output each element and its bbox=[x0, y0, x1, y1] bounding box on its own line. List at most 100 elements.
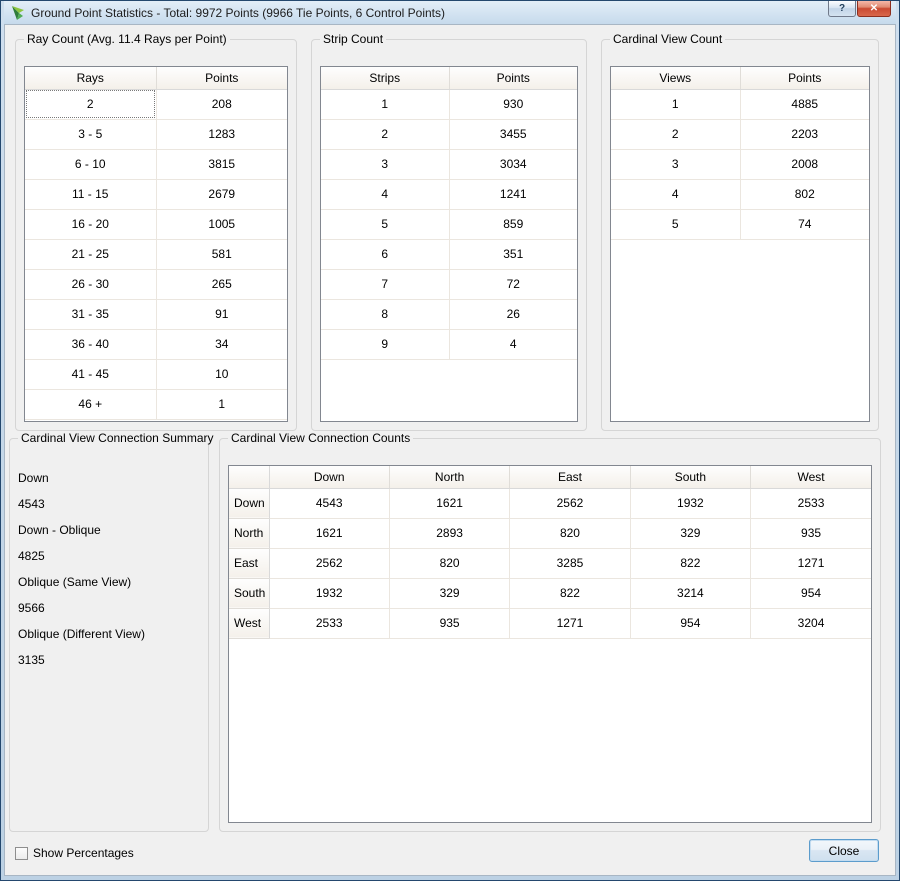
table-cell[interactable]: 16 - 20 bbox=[25, 209, 156, 239]
column-header[interactable]: Points bbox=[449, 67, 577, 89]
table-cell[interactable]: 1932 bbox=[269, 578, 389, 608]
table-row[interactable]: 21 - 25581 bbox=[25, 239, 287, 269]
table-cell[interactable]: 2562 bbox=[510, 488, 630, 518]
table-cell[interactable]: 2 bbox=[611, 119, 740, 149]
table-cell[interactable]: 3034 bbox=[449, 149, 577, 179]
table-cell[interactable]: 3 bbox=[321, 149, 449, 179]
table-cell[interactable]: 954 bbox=[630, 608, 750, 638]
table-cell[interactable]: 581 bbox=[156, 239, 287, 269]
table-cell[interactable]: 4 bbox=[321, 179, 449, 209]
table-cell[interactable]: 9 bbox=[321, 329, 449, 359]
column-header[interactable]: Strips bbox=[321, 67, 449, 89]
table-cell[interactable]: 21 - 25 bbox=[25, 239, 156, 269]
column-header[interactable]: Rays bbox=[25, 67, 156, 89]
table-cell[interactable]: 3 bbox=[611, 149, 740, 179]
row-header[interactable]: South bbox=[229, 578, 269, 608]
table-cell[interactable]: 822 bbox=[630, 548, 750, 578]
table-row[interactable]: 22203 bbox=[611, 119, 869, 149]
table-row[interactable]: 36 - 4034 bbox=[25, 329, 287, 359]
table-cell[interactable]: 935 bbox=[389, 608, 509, 638]
table-cell[interactable]: 208 bbox=[156, 89, 287, 119]
table-cell[interactable]: 4543 bbox=[269, 488, 389, 518]
table-cell[interactable]: 6 bbox=[321, 239, 449, 269]
table-row[interactable]: 1930 bbox=[321, 89, 577, 119]
column-header[interactable]: Points bbox=[156, 67, 287, 89]
table-row[interactable]: 772 bbox=[321, 269, 577, 299]
table-cell[interactable]: 3214 bbox=[630, 578, 750, 608]
table-cell[interactable]: 1621 bbox=[389, 488, 509, 518]
column-header[interactable]: North bbox=[389, 466, 509, 488]
table-row[interactable]: 4802 bbox=[611, 179, 869, 209]
table-cell[interactable]: 1271 bbox=[751, 548, 871, 578]
table-cell[interactable]: 10 bbox=[156, 359, 287, 389]
table-cell[interactable]: 5 bbox=[321, 209, 449, 239]
table-cell[interactable]: 72 bbox=[449, 269, 577, 299]
table-cell[interactable]: 11 - 15 bbox=[25, 179, 156, 209]
table-cell[interactable]: 820 bbox=[510, 518, 630, 548]
table-row[interactable]: 2208 bbox=[25, 89, 287, 119]
table-cell[interactable]: 329 bbox=[630, 518, 750, 548]
table-cell[interactable]: 91 bbox=[156, 299, 287, 329]
table-row[interactable]: 14885 bbox=[611, 89, 869, 119]
table-cell[interactable]: 1241 bbox=[449, 179, 577, 209]
table-cell[interactable]: 2008 bbox=[740, 149, 869, 179]
table-cell[interactable]: 802 bbox=[740, 179, 869, 209]
table-cell[interactable]: 1271 bbox=[510, 608, 630, 638]
table-cell[interactable]: 26 - 30 bbox=[25, 269, 156, 299]
table-cell[interactable]: 7 bbox=[321, 269, 449, 299]
table-cell[interactable]: 930 bbox=[449, 89, 577, 119]
table-cell[interactable]: 31 - 35 bbox=[25, 299, 156, 329]
row-header[interactable]: West bbox=[229, 608, 269, 638]
table-row[interactable]: 11 - 152679 bbox=[25, 179, 287, 209]
show-percentages-option[interactable]: Show Percentages bbox=[15, 846, 134, 860]
column-header[interactable]: East bbox=[510, 466, 630, 488]
help-button[interactable]: ? bbox=[828, 1, 856, 17]
table-cell[interactable]: 6 - 10 bbox=[25, 149, 156, 179]
table-cell[interactable]: 34 bbox=[156, 329, 287, 359]
table-cell[interactable]: 1005 bbox=[156, 209, 287, 239]
table-row[interactable]: North16212893820329935 bbox=[229, 518, 871, 548]
table-cell[interactable]: 4 bbox=[611, 179, 740, 209]
table-cell[interactable]: 822 bbox=[510, 578, 630, 608]
titlebar[interactable]: Ground Point Statistics - Total: 9972 Po… bbox=[4, 1, 896, 24]
table-cell[interactable]: 2 bbox=[321, 119, 449, 149]
table-row[interactable]: West253393512719543204 bbox=[229, 608, 871, 638]
table-cell[interactable]: 3815 bbox=[156, 149, 287, 179]
table-cell[interactable]: 1621 bbox=[269, 518, 389, 548]
table-cell[interactable]: 36 - 40 bbox=[25, 329, 156, 359]
table-row[interactable]: 41 - 4510 bbox=[25, 359, 287, 389]
table-row[interactable]: East256282032858221271 bbox=[229, 548, 871, 578]
table-row[interactable]: 826 bbox=[321, 299, 577, 329]
column-header[interactable]: Down bbox=[269, 466, 389, 488]
table-cell[interactable]: 4885 bbox=[740, 89, 869, 119]
table-row[interactable]: 46 +1 bbox=[25, 389, 287, 419]
table-row[interactable]: 41241 bbox=[321, 179, 577, 209]
table-row[interactable]: 94 bbox=[321, 329, 577, 359]
table-cell[interactable]: 2 bbox=[25, 89, 156, 119]
table-cell[interactable]: 1932 bbox=[630, 488, 750, 518]
table-cell[interactable]: 2562 bbox=[269, 548, 389, 578]
table-cell[interactable]: 3285 bbox=[510, 548, 630, 578]
table-cell[interactable]: 26 bbox=[449, 299, 577, 329]
table-cell[interactable]: 5 bbox=[611, 209, 740, 239]
table-cell[interactable]: 329 bbox=[389, 578, 509, 608]
table-row[interactable]: 3 - 51283 bbox=[25, 119, 287, 149]
table-cell[interactable]: 46 + bbox=[25, 389, 156, 419]
table-cell[interactable]: 265 bbox=[156, 269, 287, 299]
table-cell[interactable]: 3204 bbox=[751, 608, 871, 638]
window-close-icon[interactable]: ✕ bbox=[857, 1, 891, 17]
table-row[interactable]: 574 bbox=[611, 209, 869, 239]
table-row[interactable]: 6351 bbox=[321, 239, 577, 269]
table-row[interactable]: 31 - 3591 bbox=[25, 299, 287, 329]
row-header[interactable]: Down bbox=[229, 488, 269, 518]
table-row[interactable]: 32008 bbox=[611, 149, 869, 179]
table-row[interactable]: 23455 bbox=[321, 119, 577, 149]
table-cell[interactable]: 935 bbox=[751, 518, 871, 548]
table-cell[interactable]: 4 bbox=[449, 329, 577, 359]
table-row[interactable]: Down45431621256219322533 bbox=[229, 488, 871, 518]
table-cell[interactable]: 1283 bbox=[156, 119, 287, 149]
table-cell[interactable]: 2533 bbox=[269, 608, 389, 638]
column-header[interactable]: South bbox=[630, 466, 750, 488]
table-cell[interactable]: 351 bbox=[449, 239, 577, 269]
row-header[interactable]: North bbox=[229, 518, 269, 548]
